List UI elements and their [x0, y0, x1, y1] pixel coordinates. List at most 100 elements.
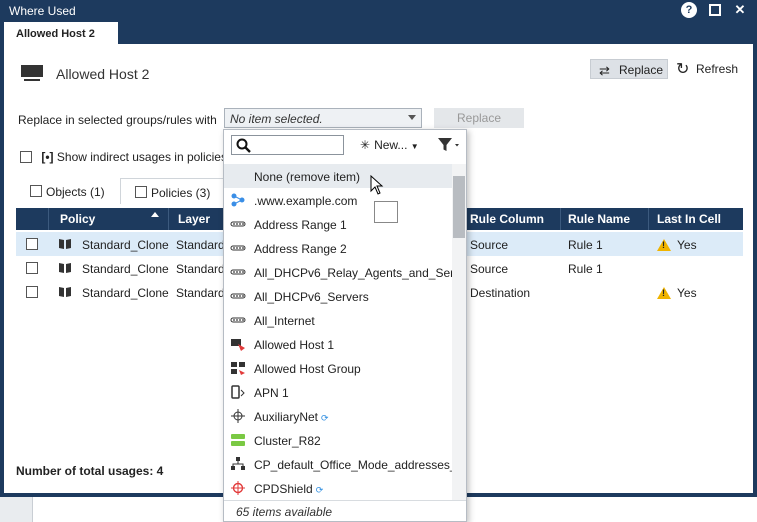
tab-objects[interactable]: Objects (1) — [16, 178, 120, 204]
list-item[interactable]: Address Range 2 — [224, 236, 452, 260]
col-rule-column[interactable]: Rule Column — [470, 212, 544, 226]
mouse-cursor-icon — [370, 175, 384, 195]
dropdown-scroll-thumb[interactable] — [453, 176, 465, 238]
sync-icon: ⟳ — [321, 413, 329, 423]
host-icon — [230, 337, 246, 351]
list-item-label: Address Range 1 — [254, 218, 347, 232]
list-item-label: CP_default_Office_Mode_addresses_p... — [254, 458, 452, 472]
tab-allowed-host-2[interactable]: Allowed Host 2 — [4, 22, 118, 44]
policy-book-icon — [59, 263, 71, 273]
col-last-in-cell[interactable]: Last In Cell — [657, 212, 721, 226]
new-star-icon: ✳ — [360, 138, 371, 152]
network-icon — [230, 409, 246, 423]
list-item[interactable]: Allowed Host Group — [224, 356, 452, 380]
policy-book-icon — [59, 239, 71, 249]
col-layer[interactable]: Layer — [178, 212, 210, 226]
replace-button-disabled[interactable]: Replace — [434, 108, 524, 128]
group-icon — [230, 361, 246, 375]
list-item[interactable]: All_DHCPv6_Servers — [224, 284, 452, 308]
object-title: Allowed Host 2 — [56, 66, 150, 82]
replace-with-label: Replace in selected groups/rules with — [18, 113, 217, 127]
refresh-icon: ↻ — [676, 61, 690, 78]
list-item-label: Address Range 2 — [254, 242, 347, 256]
list-item-label: None (remove item) — [254, 170, 361, 184]
refresh-label: Refresh — [696, 62, 739, 76]
row-checkbox[interactable] — [26, 286, 38, 298]
list-item[interactable]: APN 1 — [224, 380, 452, 404]
combo-value: No item selected. — [230, 112, 323, 126]
cell-layer: Standard_ — [176, 262, 226, 276]
shield-icon — [230, 481, 246, 495]
sort-ascending-icon — [151, 212, 159, 217]
dropdown-search-input[interactable] — [231, 135, 344, 155]
maximize-icon[interactable] — [709, 4, 721, 16]
objects-checkbox[interactable] — [30, 185, 42, 197]
warning-icon — [657, 239, 671, 251]
list-item[interactable]: CP_default_Office_Mode_addresses_p... — [224, 452, 452, 476]
header-separator — [48, 208, 49, 230]
refresh-button[interactable]: ↻ Refresh — [676, 61, 739, 78]
cell-rule-name: Rule 1 — [568, 238, 603, 252]
replace-top-label: Replace — [619, 63, 664, 77]
header-separator — [560, 208, 561, 230]
show-indirect-checkbox[interactable] — [20, 151, 32, 163]
search-icon — [236, 138, 251, 153]
col-policy[interactable]: Policy — [60, 212, 95, 226]
tab-policies[interactable]: Policies (3) — [120, 178, 224, 204]
window-title: Where Used — [9, 4, 76, 18]
cell-rule-column: Destination — [470, 286, 531, 300]
list-item[interactable]: CPDShield ⟳ — [224, 476, 452, 500]
list-item-label: All_DHCPv6_Relay_Agents_and_Servers — [254, 266, 452, 280]
address-range-icon — [230, 289, 246, 303]
show-indirect-option[interactable]: [•] Show indirect usages in policies — [20, 150, 227, 164]
replace-item-combo[interactable]: No item selected. — [224, 108, 422, 128]
apn-icon — [230, 385, 246, 399]
list-item-label: .www.example.com — [254, 194, 358, 208]
cell-rule-column: Source — [470, 238, 509, 252]
new-object-button[interactable]: ✳ New... ▼ — [360, 138, 419, 152]
chevron-down-icon: ▼ — [410, 142, 419, 151]
cell-rule-name: Rule 1 — [568, 262, 603, 276]
policy-book-icon — [59, 287, 71, 297]
list-item[interactable]: Allowed Host 1 — [224, 332, 452, 356]
list-item-label: Allowed Host 1 — [254, 338, 335, 352]
policies-checkbox[interactable] — [135, 186, 147, 198]
filter-icon[interactable] — [436, 136, 460, 154]
list-item-label: All_DHCPv6_Servers — [254, 290, 369, 304]
cell-policy: Standard_Clone — [82, 286, 169, 300]
dropdown-list: None (remove item) .www.example.com Addres… — [224, 164, 452, 500]
list-item-label: APN 1 — [254, 386, 289, 400]
replace-top-button[interactable]: ⇄ Replace — [590, 59, 668, 79]
help-icon[interactable]: ? — [681, 2, 697, 18]
list-item[interactable]: Address Range 1 — [224, 212, 452, 236]
row-checkbox[interactable] — [26, 262, 38, 274]
host-monitor-icon — [21, 65, 43, 81]
indirect-bracket-icon: [•] — [41, 150, 54, 164]
list-item[interactable]: .www.example.com — [224, 188, 452, 212]
list-item[interactable]: All_DHCPv6_Relay_Agents_and_Servers — [224, 260, 452, 284]
list-item[interactable]: Cluster_R82 — [224, 428, 452, 452]
list-item-label: CPDShield — [254, 482, 313, 496]
close-icon[interactable]: ✕ — [732, 2, 748, 18]
address-range-icon — [230, 217, 246, 231]
list-item[interactable]: None (remove item) — [224, 164, 452, 188]
domain-icon — [230, 193, 246, 207]
cell-policy: Standard_Clone — [82, 262, 169, 276]
replace-icon: ⇄ — [599, 63, 610, 78]
cell-last-in-cell: Yes — [657, 238, 697, 252]
window-tab-row: Allowed Host 2 — [4, 22, 753, 44]
cell-layer: Standard_ — [176, 286, 226, 300]
row-checkbox[interactable] — [26, 238, 38, 250]
sync-icon: ⟳ — [315, 485, 324, 495]
list-item-label: AuxiliaryNet — [254, 410, 319, 424]
cell-last-in-cell: Yes — [657, 286, 697, 300]
list-item[interactable]: AuxiliaryNet ⟳ — [224, 404, 452, 428]
col-rule-name[interactable]: Rule Name — [568, 212, 630, 226]
warning-icon — [657, 287, 671, 299]
header-separator — [168, 208, 169, 230]
title-bar: Where Used ? ✕ — [0, 0, 757, 22]
address-range-icon — [230, 313, 246, 327]
list-item[interactable]: All_Internet — [224, 308, 452, 332]
last-in-cell-value: Yes — [677, 286, 697, 300]
tab-objects-label: Objects (1) — [46, 185, 105, 199]
